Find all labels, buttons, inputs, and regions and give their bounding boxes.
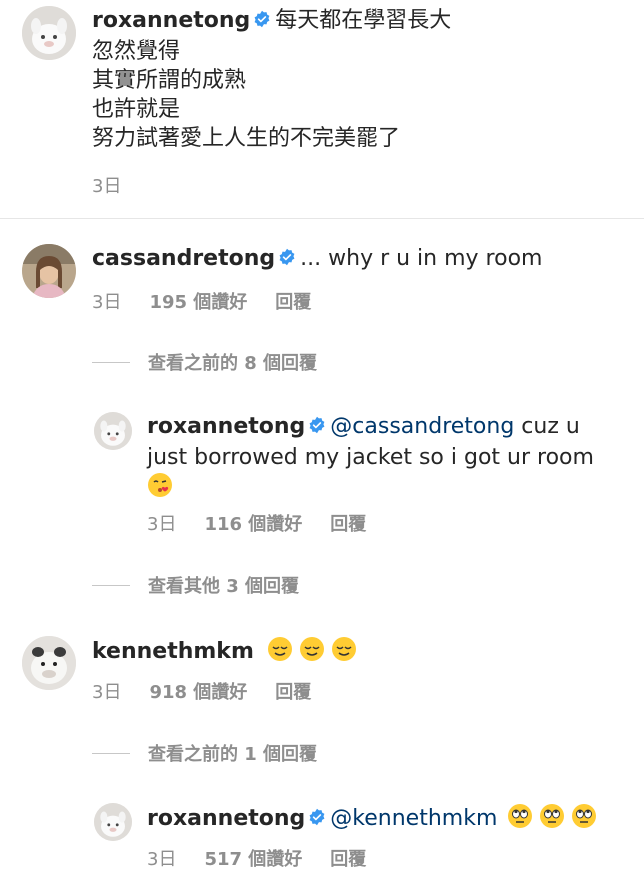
relieved-emoji (267, 636, 293, 671)
verified-badge-icon (308, 414, 326, 443)
verified-badge-icon (278, 246, 296, 275)
mention-link[interactable]: @cassandretong (330, 414, 514, 439)
comment-username[interactable]: cassandretong (92, 246, 275, 271)
likes-count[interactable]: 116 個讚好 (204, 514, 302, 535)
view-replies-label: 查看之前的 1 個回覆 (148, 744, 318, 765)
caption-username[interactable]: roxannetong (92, 8, 250, 33)
divider-line (92, 361, 130, 363)
caption-line-5: 努力試著愛上人生的不完美罷了 (92, 126, 401, 151)
avatar-roxannetong[interactable] (94, 412, 132, 450)
reply-button[interactable]: 回覆 (330, 849, 366, 870)
eye-roll-emoji (507, 803, 533, 838)
comment-text: ... why r u in my room (300, 246, 543, 271)
caption-line-4: 也許就是 (92, 97, 181, 122)
reply-1-body: roxannetong @cassandretong cuz u just bor… (147, 412, 617, 502)
comment-time: 3日 (147, 849, 177, 870)
caption-line-1: 每天都在學習長大 (275, 8, 452, 33)
reply-text-1: cuz u (514, 414, 580, 439)
comment-2-body: kennethmkm (92, 636, 363, 671)
verified-badge-icon (308, 806, 326, 835)
caption-line-3: 其實所謂的成熟 (92, 68, 247, 93)
caption-line-2: 忽然覺得 (92, 39, 181, 64)
likes-count[interactable]: 517 個讚好 (204, 849, 302, 870)
reply-2-body: roxannetong @kennethmkm (147, 803, 603, 838)
eye-roll-emoji (539, 803, 565, 838)
caption-time: 3日 (92, 176, 122, 197)
reply-text-2: just borrowed my jacket so i got ur room (147, 445, 594, 470)
relieved-emoji (331, 636, 357, 671)
avatar-kennethmkm[interactable] (22, 636, 76, 690)
reply-button[interactable]: 回覆 (275, 682, 311, 703)
reply-1-meta: 3日 116 個讚好 回覆 (147, 510, 394, 536)
reply-2-meta: 3日 517 個讚好 回覆 (147, 845, 394, 871)
relieved-emoji (299, 636, 325, 671)
comment-1-body: cassandretong ... why r u in my room (92, 244, 542, 275)
view-previous-replies[interactable]: 查看之前的 8 個回覆 (92, 349, 317, 375)
avatar-roxannetong[interactable] (22, 6, 76, 60)
kissing-heart-emoji (147, 472, 617, 502)
eye-roll-emoji (571, 803, 597, 838)
reply-button[interactable]: 回覆 (330, 514, 366, 535)
avatar-cassandretong[interactable] (22, 244, 76, 298)
reply-button[interactable]: 回覆 (275, 292, 311, 313)
likes-count[interactable]: 195 個讚好 (149, 292, 247, 313)
view-replies-label: 查看之前的 8 個回覆 (148, 353, 318, 374)
likes-count[interactable]: 918 個讚好 (149, 682, 247, 703)
reply-username[interactable]: roxannetong (147, 806, 305, 831)
comment-time: 3日 (92, 292, 122, 313)
caption-body: roxannetong 每天都在學習長大 忽然覺得 其實所謂的成熟 也許就是 努力… (92, 6, 632, 153)
view-replies-label: 查看其他 3 個回覆 (148, 576, 300, 597)
divider-line (92, 584, 130, 586)
avatar-roxannetong[interactable] (94, 803, 132, 841)
comment-time: 3日 (92, 682, 122, 703)
reply-username[interactable]: roxannetong (147, 414, 305, 439)
comment-username[interactable]: kennethmkm (92, 639, 254, 664)
comment-time: 3日 (147, 514, 177, 535)
mention-link[interactable]: @kennethmkm (330, 806, 497, 831)
view-previous-replies[interactable]: 查看之前的 1 個回覆 (92, 740, 317, 766)
view-more-replies[interactable]: 查看其他 3 個回覆 (92, 572, 299, 598)
comment-2-meta: 3日 918 個讚好 回覆 (92, 678, 339, 704)
divider (0, 218, 644, 219)
verified-badge-icon (253, 8, 271, 37)
divider-line (92, 752, 130, 754)
comment-1-meta: 3日 195 個讚好 回覆 (92, 288, 339, 314)
